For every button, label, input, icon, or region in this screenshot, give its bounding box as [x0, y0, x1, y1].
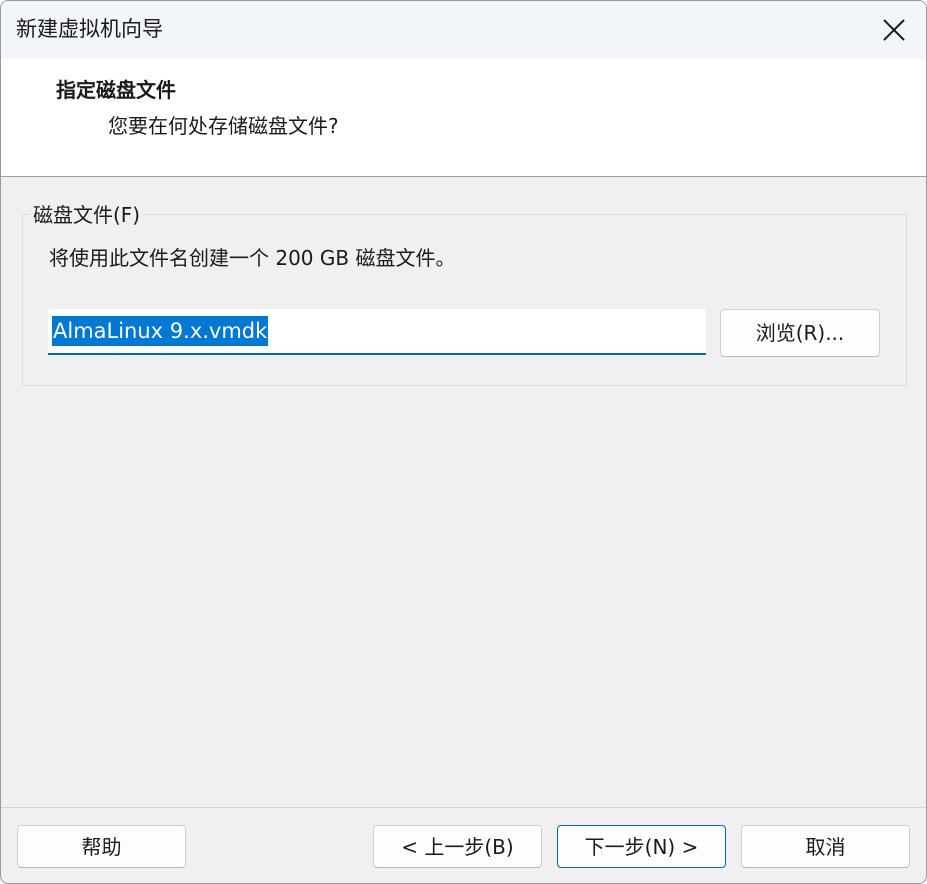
disk-file-group-label: 磁盘文件(F) [30, 201, 144, 229]
next-button[interactable]: 下一步(N) > [557, 825, 726, 868]
title-bar: 新建虚拟机向导 [1, 1, 926, 59]
disk-file-groupbox [22, 214, 907, 386]
close-icon [883, 19, 905, 41]
disk-filename-value[interactable]: AlmaLinux 9.x.vmdk [52, 316, 269, 346]
page-subtitle: 您要在何处存储磁盘文件? [108, 114, 339, 138]
back-button[interactable]: < 上一步(B) [373, 825, 542, 868]
page-title: 指定磁盘文件 [56, 78, 176, 102]
close-button[interactable] [862, 1, 926, 59]
disk-filename-input[interactable]: AlmaLinux 9.x.vmdk [48, 309, 706, 355]
footer-divider [1, 807, 926, 808]
help-button[interactable]: 帮助 [17, 825, 186, 868]
wizard-header: 指定磁盘文件 您要在何处存储磁盘文件? [1, 59, 926, 177]
window-title: 新建虚拟机向导 [16, 17, 163, 41]
cancel-button[interactable]: 取消 [741, 825, 910, 868]
disk-file-description: 将使用此文件名创建一个 200 GB 磁盘文件。 [49, 246, 456, 270]
browse-button[interactable]: 浏览(R)... [720, 309, 880, 357]
new-vm-wizard-dialog: 新建虚拟机向导 指定磁盘文件 您要在何处存储磁盘文件? 磁盘文件(F) 将使用此… [0, 0, 927, 884]
